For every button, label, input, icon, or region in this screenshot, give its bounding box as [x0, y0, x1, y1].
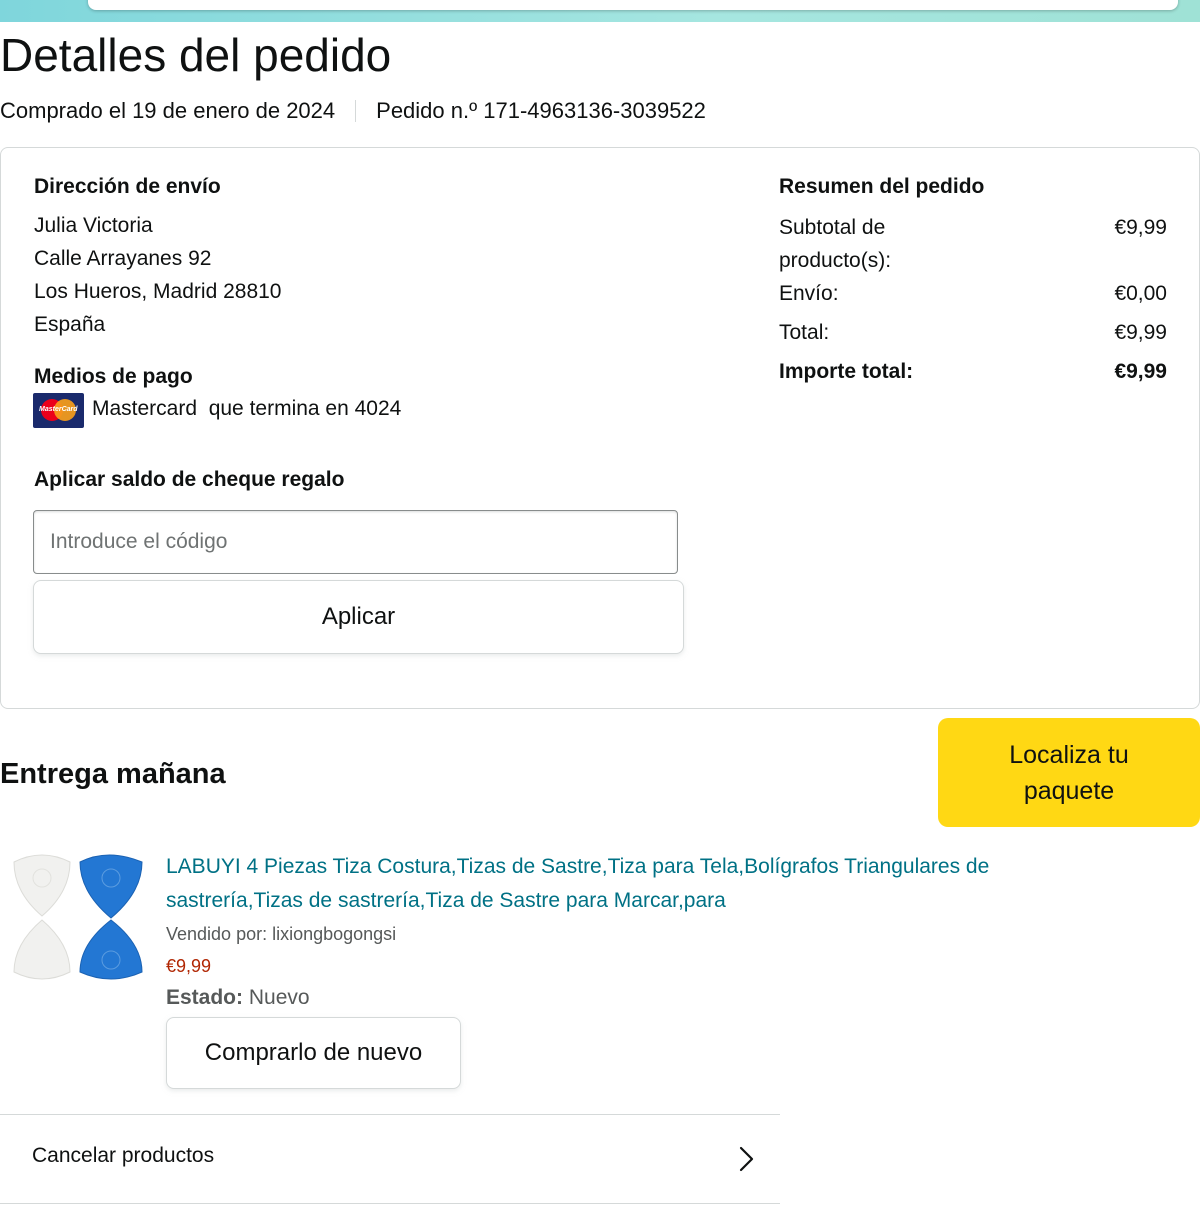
search-bar[interactable]: [88, 0, 1178, 10]
address-city: Los Hueros, Madrid 28810: [34, 280, 282, 303]
subtotal-label: Subtotal de producto(s):: [779, 216, 892, 272]
meta-divider: [355, 100, 357, 122]
product-title-link[interactable]: LABUYI 4 Piezas Tiza Costura,Tizas de Sa…: [166, 850, 1066, 918]
order-meta: Comprado el 19 de enero de 2024 Pedido n…: [0, 98, 706, 124]
order-number: Pedido n.º 171-4963136-3039522: [376, 98, 706, 123]
product-image[interactable]: [8, 852, 148, 986]
shipping-cost-label: Envío:: [779, 282, 839, 305]
cancel-products-label: Cancelar productos: [32, 1144, 215, 1167]
payment-heading: Medios de pago: [34, 365, 193, 388]
total-value: €9,99: [1114, 321, 1167, 344]
payment-method: Mastercard que termina en 4024: [92, 397, 402, 420]
grand-total-value: €9,99: [1114, 360, 1167, 383]
page-title: Detalles del pedido: [0, 29, 392, 81]
cancel-products-row[interactable]: Cancelar productos: [0, 1115, 780, 1203]
product-price: €9,99: [166, 956, 212, 976]
subtotal-value: €9,99: [1114, 216, 1167, 239]
address-street: Calle Arrayanes 92: [34, 247, 212, 270]
buy-again-button[interactable]: Comprarlo de nuevo: [166, 1017, 461, 1089]
product-condition: Estado: Nuevo: [166, 986, 310, 1009]
mastercard-icon: MasterCard: [33, 393, 84, 428]
chevron-right-icon: [739, 1146, 754, 1172]
delivery-title: Entrega mañana: [0, 758, 226, 790]
address-name: Julia Victoria: [34, 214, 153, 237]
shipping-cost-value: €0,00: [1114, 282, 1167, 305]
address-country: España: [34, 313, 106, 336]
summary-heading: Resumen del pedido: [779, 175, 985, 198]
gift-code-input[interactable]: [33, 510, 678, 574]
gift-heading: Aplicar saldo de cheque regalo: [34, 468, 345, 491]
seller-info: Vendido por: lixiongbogongsi: [166, 924, 397, 944]
apply-button[interactable]: Aplicar: [33, 580, 684, 654]
total-label: Total:: [779, 321, 830, 344]
purchase-date: Comprado el 19 de enero de 2024: [0, 98, 336, 123]
shipping-heading: Dirección de envío: [34, 175, 221, 198]
grand-total-label: Importe total:: [779, 360, 914, 383]
divider: [0, 1203, 780, 1204]
track-package-button[interactable]: Localiza tu paquete: [938, 718, 1200, 827]
